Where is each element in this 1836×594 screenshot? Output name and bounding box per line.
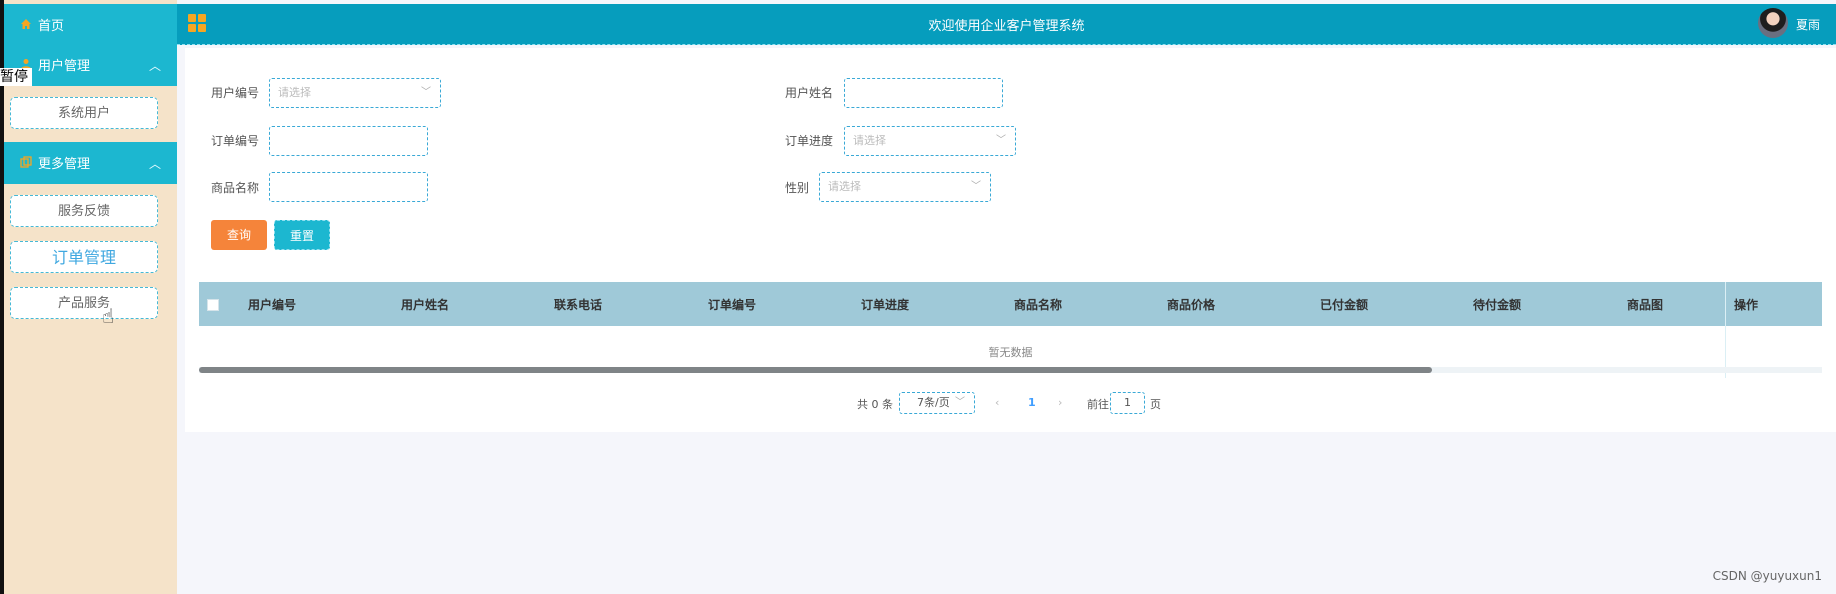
sidebar-item-home[interactable]: 首页 <box>4 4 177 44</box>
order-progress-placeholder: 请选择 <box>853 134 886 147</box>
paused-overlay-text: 暂停 <box>0 68 32 86</box>
chevron-down-icon: ﹀ <box>996 135 1006 146</box>
sidebar-group-more-management[interactable]: 更多管理 ︿ <box>4 142 177 184</box>
query-button[interactable]: 查询 <box>211 220 267 250</box>
column-header: 订单编号 <box>708 298 757 312</box>
empty-message: 暂无数据 <box>988 346 1033 359</box>
total-count: 共 0 条 <box>857 398 893 411</box>
data-table: 用户编号 用户姓名 联系电话 订单编号 订单进度 商品名称 商品价格 已付金额 … <box>199 282 1822 378</box>
hand-cursor-icon: ☝ <box>102 304 115 328</box>
user-no-label: 用户编号 <box>211 86 260 100</box>
order-no-input[interactable] <box>269 126 428 156</box>
user-name-label: 用户姓名 <box>785 86 834 100</box>
page-size-select[interactable]: 7条/页 ﹀ <box>899 392 975 414</box>
order-progress-label: 订单进度 <box>785 134 834 148</box>
horizontal-scrollbar-thumb[interactable] <box>199 367 1432 373</box>
column-header: 已付金额 <box>1320 298 1369 312</box>
select-all-checkbox[interactable] <box>207 299 219 311</box>
user-no-select[interactable]: 请选择 ﹀ <box>269 78 441 108</box>
sidebar-item-service-feedback[interactable]: 服务反馈 <box>10 195 158 227</box>
chevron-down-icon: ﹀ <box>421 87 431 98</box>
chevron-down-icon: ﹀ <box>971 181 981 192</box>
page-suffix: 页 <box>1150 398 1161 411</box>
chevron-up-icon: ︿ <box>148 157 161 171</box>
main-panel: 用户编号 请选择 ﹀ 用户姓名 订单编号 订单进度 请选择 ﹀ 商品名称 性别 … <box>185 48 1836 432</box>
order-no-label: 订单编号 <box>211 134 260 148</box>
sidebar-item-system-users[interactable]: 系统用户 <box>10 97 158 129</box>
sidebar-item-product-service[interactable]: 产品服务 <box>10 287 158 319</box>
watermark: CSDN @yuyuxun1 <box>1712 569 1822 583</box>
gender-select[interactable]: 请选择 ﹀ <box>819 172 991 202</box>
product-name-label: 商品名称 <box>211 181 260 195</box>
goto-label: 前往 <box>1087 398 1109 411</box>
user-name-input[interactable] <box>844 78 1003 108</box>
home-icon <box>21 19 31 29</box>
column-header: 待付金额 <box>1473 298 1522 312</box>
operation-column: 操作 <box>1725 282 1822 378</box>
table-header: 用户编号 用户姓名 联系电话 订单编号 订单进度 商品名称 商品价格 已付金额 … <box>199 282 1822 326</box>
username[interactable]: 夏雨 <box>1796 16 1820 33</box>
avatar[interactable] <box>1758 8 1788 38</box>
page-size-value: 7条/页 <box>917 396 950 409</box>
goto-page-input[interactable]: 1 <box>1110 392 1145 414</box>
sidebar-group-label: 更多管理 <box>38 157 91 172</box>
sidebar-item-order-management[interactable]: 订单管理 <box>10 241 158 273</box>
column-header: 商品图 <box>1627 298 1664 312</box>
user-no-placeholder: 请选择 <box>278 86 311 99</box>
next-page-icon[interactable]: › <box>1058 396 1062 409</box>
chevron-down-icon: ﹀ <box>955 397 965 408</box>
column-header: 联系电话 <box>554 298 603 312</box>
column-header: 操作 <box>1734 298 1759 312</box>
column-header: 商品价格 <box>1167 298 1216 312</box>
sidebar-home-label: 首页 <box>38 19 65 34</box>
prev-page-icon[interactable]: ‹ <box>995 396 999 409</box>
top-header: 欢迎使用企业客户管理系统 夏雨 <box>177 4 1836 45</box>
system-title: 欢迎使用企业客户管理系统 <box>928 19 1085 34</box>
column-header: 商品名称 <box>1014 298 1063 312</box>
order-progress-select[interactable]: 请选择 ﹀ <box>844 126 1016 156</box>
chevron-up-icon: ︿ <box>148 59 161 73</box>
sidebar-group-label: 用户管理 <box>38 59 91 74</box>
product-name-input[interactable] <box>269 172 428 202</box>
reset-button[interactable]: 重置 <box>274 220 330 250</box>
current-page[interactable]: 1 <box>1028 396 1036 409</box>
column-header: 用户姓名 <box>401 298 450 312</box>
gender-label: 性别 <box>785 181 810 195</box>
sidebar: 首页 用户管理 ︿ 系统用户 更多管理 ︿ 服务反馈 订单管理 产品服务 ☝ <box>4 0 177 594</box>
gender-placeholder: 请选择 <box>828 180 861 193</box>
column-header: 用户编号 <box>248 298 297 312</box>
column-header: 订单进度 <box>861 298 910 312</box>
copy-icon <box>20 156 32 168</box>
